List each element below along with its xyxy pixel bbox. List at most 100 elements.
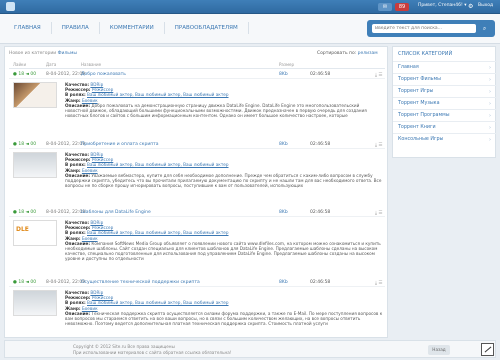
- footer: Copyright © 2012 Site.ru Все права защищ…: [4, 340, 496, 358]
- torrent-title-link[interactable]: Осуществление технической поддержки скри…: [81, 280, 200, 285]
- sidebar-title: Список категорий: [398, 51, 453, 57]
- mail-icon[interactable]: ✉: [378, 3, 392, 11]
- vote-counter[interactable]: ● 18 ◄ 00: [13, 72, 36, 77]
- meta-description: Описание: Техническая поддержка скрипта …: [65, 310, 383, 327]
- torrent-meta: Качество: BDRip Режиссер: Режиссер В ролях…: [65, 220, 383, 262]
- torrent-time: 02:46:58: [310, 142, 331, 147]
- col-likes[interactable]: Лайки: [13, 62, 26, 67]
- footer-logo-icon: [481, 343, 494, 356]
- torrent-size: 8Kb: [279, 72, 288, 77]
- roles-links[interactable]: Ваш любимый актер, Ваш любимый актер, Ва…: [87, 92, 229, 97]
- download-icon[interactable]: ⤓ ☰: [375, 210, 382, 216]
- torrent-size: 8Kb: [279, 210, 288, 215]
- search-icon[interactable]: ⌕: [479, 24, 490, 33]
- torrent-item: ● 18 ◄ 00 8-04-2012, 22:09 Шаблоны для Dat…: [9, 209, 385, 262]
- download-icon[interactable]: ⤓ ☰: [375, 72, 382, 78]
- roles-links[interactable]: Ваш любимый актер, Ваш любимый актер, Ва…: [87, 300, 229, 305]
- torrent-time: 02:46:58: [310, 210, 331, 215]
- torrent-body: Качество: BDRip Режиссер: Режиссер В ролях…: [9, 149, 385, 191]
- torrent-body: Качество: BDRip Режиссер: Режиссер В ролях…: [9, 287, 385, 329]
- torrent-poster[interactable]: [13, 152, 57, 178]
- chevron-right-icon: ›: [489, 125, 491, 131]
- sidebar-category-item[interactable]: Торрент Книги ›: [393, 121, 497, 133]
- torrent-title-link[interactable]: Добро пожаловать: [81, 72, 126, 77]
- search-box: ⌕: [367, 20, 495, 37]
- torrent-poster[interactable]: [13, 290, 57, 316]
- nav-home[interactable]: Главная: [4, 22, 52, 34]
- sidebar-category-label: Торрент Книги: [398, 125, 436, 130]
- user-menu[interactable]: Привет, Степан46! ▾: [418, 3, 466, 8]
- vote-counter[interactable]: ● 18 ◄ 00: [13, 280, 36, 285]
- thumb-logo-text: DLE: [16, 226, 29, 233]
- torrent-date: 8-04-2012, 22:09: [46, 210, 86, 215]
- nav-comments[interactable]: Комментарии: [100, 22, 165, 34]
- sidebar-category-item[interactable]: Торрент Музыка ›: [393, 97, 497, 109]
- description-text: Компания SoftNews Media Group объявляет …: [65, 240, 381, 262]
- torrent-time: 02:46:58: [310, 72, 331, 77]
- main-nav: Главная Правила Комментарии Правообладат…: [4, 22, 249, 34]
- breadcrumb-prefix: Новое из категории: [9, 51, 57, 56]
- header: Главная Правила Комментарии Правообладат…: [0, 14, 500, 44]
- sidebar-category-item[interactable]: Торрент Фильмы ›: [393, 73, 497, 85]
- site-logo-icon[interactable]: [6, 2, 15, 11]
- top-bar: ✉ 89 Привет, Степан46! ▾ ⚙ Выход: [0, 0, 500, 14]
- torrent-item: ● 18 ◄ 00 8-04-2012, 22:09 Добро пожаловат…: [9, 71, 385, 121]
- vote-counter[interactable]: ● 18 ◄ 00: [13, 142, 36, 147]
- breadcrumb: Новое из категории Фильмы: [9, 51, 77, 56]
- chevron-right-icon: ›: [489, 65, 491, 71]
- sort-select[interactable]: релизам: [358, 51, 378, 56]
- meta-description: Описание: Уважаемые вебмастера, купите д…: [65, 172, 382, 189]
- footer-note: При использовании материалов с сайта обр…: [73, 350, 232, 355]
- roles-links[interactable]: Ваш любимый актер, Ваш любимый актер, Ва…: [87, 230, 229, 235]
- description-text: Уважаемые вебмастера, купите для себя не…: [65, 172, 382, 189]
- logout-link[interactable]: Выход: [478, 3, 493, 8]
- roles-links[interactable]: Ваш любимый актер, Ваш любимый актер, Ва…: [87, 162, 229, 167]
- breadcrumb-category[interactable]: Фильмы: [58, 51, 77, 56]
- column-header: Лайки Дата Название Размер: [9, 61, 385, 69]
- chevron-right-icon: ›: [489, 113, 491, 119]
- vote-counter[interactable]: ● 18 ◄ 00: [13, 210, 36, 215]
- gear-icon[interactable]: ⚙: [468, 3, 476, 11]
- page: ✉ 89 Привет, Степан46! ▾ ⚙ Выход Главная…: [0, 0, 500, 360]
- sidebar-category-label: Консольные Игры: [398, 137, 444, 142]
- torrent-body: DLE Качество: BDRip Режиссер: Режиссер В ро…: [9, 217, 385, 262]
- sidebar-category-item[interactable]: Торрент Программы ›: [393, 109, 497, 121]
- sidebar: Список категорий Главная › Торрент Фильмы ›…: [392, 46, 497, 158]
- col-date[interactable]: Дата: [46, 62, 56, 67]
- notification-count-badge[interactable]: 89: [395, 3, 409, 11]
- chevron-right-icon: ›: [489, 77, 491, 83]
- main-content: Новое из категории Фильмы Сортировать по…: [4, 46, 388, 338]
- torrent-title-link[interactable]: Приобретение и оплата скрипта: [81, 142, 159, 147]
- back-button[interactable]: Назад: [428, 345, 450, 355]
- torrent-meta: Качество: BDRip Режиссер: Режиссер В ролях…: [65, 290, 383, 326]
- col-size[interactable]: Размер: [279, 62, 294, 67]
- sidebar-category-label: Торрент Фильмы: [398, 77, 441, 82]
- torrent-poster[interactable]: DLE: [13, 220, 57, 246]
- chevron-right-icon: ›: [489, 89, 491, 95]
- torrent-size: 8Kb: [279, 280, 288, 285]
- download-icon[interactable]: ⤓ ☰: [375, 142, 382, 148]
- meta-description: Описание: Компания SoftNews Media Group …: [65, 240, 381, 262]
- sidebar-category-item[interactable]: Главная ›: [393, 61, 497, 73]
- torrent-header-row: ● 18 ◄ 00 8-04-2012, 22:09 Шаблоны для Dat…: [9, 209, 385, 217]
- torrent-header-row: ● 18 ◄ 00 8-04-2012, 22:09 Осуществление т…: [9, 279, 385, 287]
- torrent-item: ● 18 ◄ 00 8-04-2012, 22:09 Осуществление т…: [9, 279, 385, 329]
- sidebar-category-item[interactable]: Консольные Игры ›: [393, 133, 497, 145]
- col-title[interactable]: Название: [81, 62, 101, 67]
- nav-rules[interactable]: Правила: [52, 22, 100, 34]
- sidebar-category-label: Торрент Игры: [398, 89, 434, 94]
- sidebar-category-label: Торрент Программы: [398, 113, 450, 118]
- sidebar-category-item[interactable]: Торрент Игры ›: [393, 85, 497, 97]
- torrent-time: 02:46:58: [310, 280, 331, 285]
- torrent-header-row: ● 18 ◄ 00 8-04-2012, 22:09 Приобретение и …: [9, 141, 385, 149]
- search-input[interactable]: [372, 24, 476, 33]
- torrent-meta: Качество: BDRip Режиссер: Режиссер В ролях…: [65, 82, 383, 118]
- torrent-meta: Качество: BDRip Режиссер: Режиссер В ролях…: [65, 152, 383, 188]
- chevron-right-icon: ›: [489, 137, 491, 143]
- torrent-poster[interactable]: [13, 82, 57, 108]
- download-icon[interactable]: ⤓ ☰: [375, 280, 382, 286]
- torrent-title-link[interactable]: Шаблоны для DataLife Engine: [81, 210, 151, 215]
- sort-control: Сортировать по: релизам: [317, 51, 378, 56]
- nav-copyright[interactable]: Правообладателям: [165, 22, 249, 34]
- description-text: Техническая поддержка скрипта осуществля…: [65, 310, 383, 327]
